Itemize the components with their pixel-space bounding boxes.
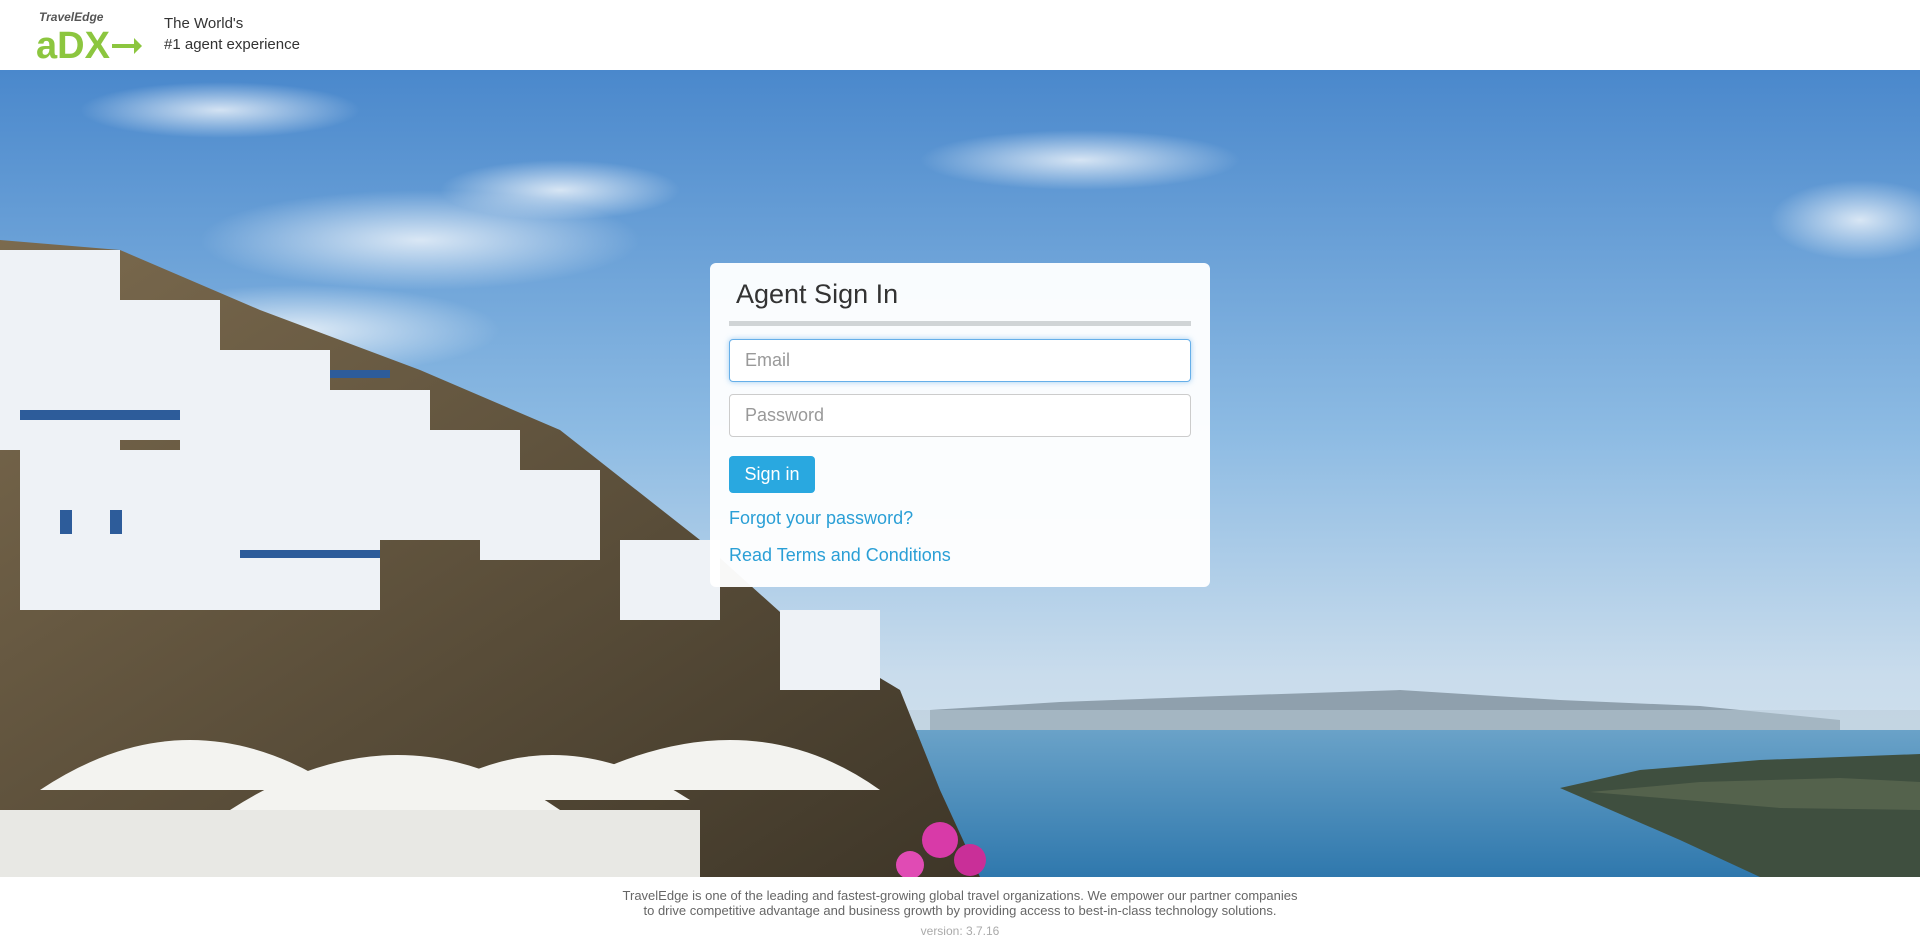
tagline-line-2: #1 agent experience bbox=[164, 36, 300, 53]
footer-description: TravelEdge is one of the leading and fas… bbox=[0, 888, 1920, 918]
terms-and-conditions-link[interactable]: Read Terms and Conditions bbox=[729, 545, 951, 566]
sign-in-button[interactable]: Sign in bbox=[729, 456, 815, 493]
email-field[interactable] bbox=[729, 339, 1191, 382]
version-label: version: 3.7.16 bbox=[920, 924, 1000, 938]
password-field[interactable] bbox=[729, 394, 1191, 437]
logo-wordmark-text: aDX bbox=[36, 25, 111, 62]
footer-line-1: TravelEdge is one of the leading and fas… bbox=[622, 888, 1298, 903]
sign-in-title: Agent Sign In bbox=[736, 279, 899, 309]
traveledge-adx-logo[interactable]: TravelEdge aDX bbox=[36, 8, 144, 62]
forgot-password-link[interactable]: Forgot your password? bbox=[729, 508, 913, 529]
tagline-line-1: The World's bbox=[164, 15, 244, 32]
tagline: The World's #1 agent experience bbox=[164, 13, 300, 55]
footer-line-2: to drive competitive advantage and busin… bbox=[643, 903, 1277, 918]
logo-brand-text: TravelEdge bbox=[39, 10, 104, 24]
arrow-right-icon bbox=[112, 38, 142, 54]
title-divider bbox=[729, 321, 1191, 326]
top-header: TravelEdge aDX The World's #1 agent expe… bbox=[0, 0, 1920, 70]
sign-in-panel: Agent Sign In Sign in Forgot your passwo… bbox=[710, 263, 1210, 587]
footer: TravelEdge is one of the leading and fas… bbox=[0, 877, 1920, 949]
